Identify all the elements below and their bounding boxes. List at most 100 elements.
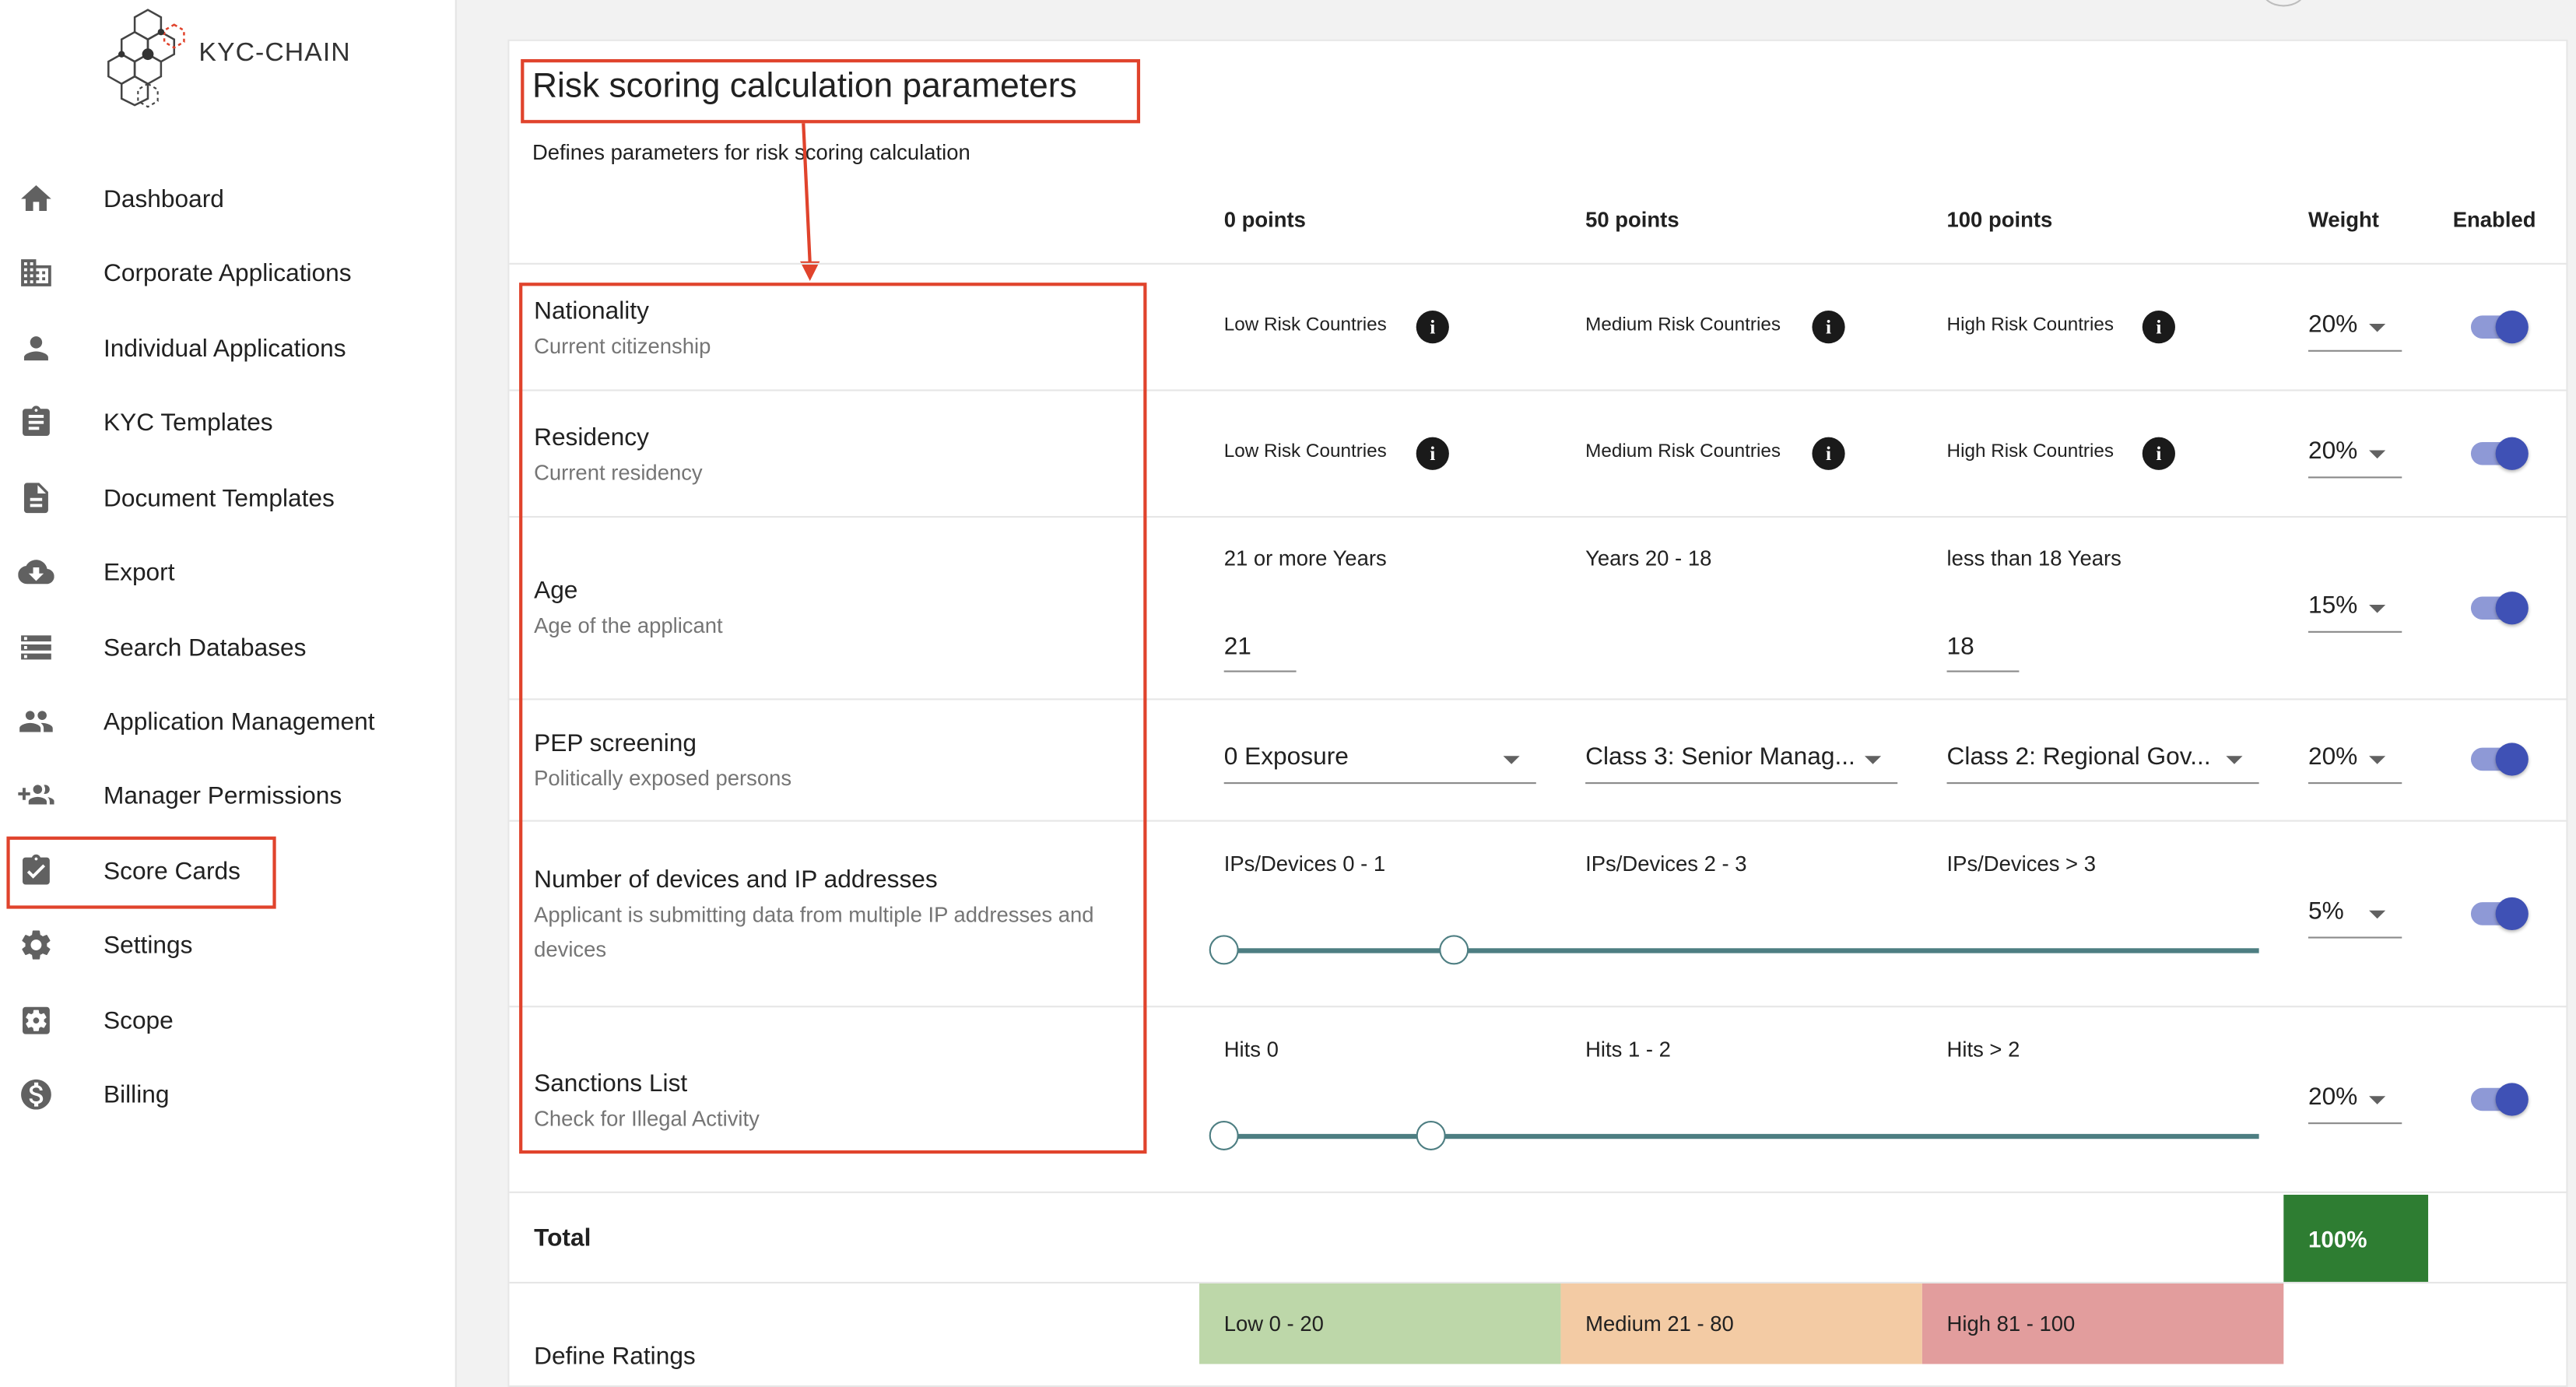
residency-low-label[interactable]: Low Risk Countries [1224, 442, 1387, 462]
age-medium-label: Years 20 - 18 [1585, 545, 1712, 571]
row-divider [509, 262, 2568, 265]
sidebar-item-label: Search Databases [103, 633, 307, 662]
column-header-50-points: 50 points [1585, 207, 1679, 232]
database-list-icon [18, 630, 54, 665]
caret-down-icon [2369, 756, 2386, 764]
info-icon[interactable]: i [1416, 437, 1449, 470]
home-icon [18, 181, 54, 216]
age-high-label: less than 18 Years [1946, 545, 2122, 571]
sidebar-item-manager-permissions[interactable]: Manager Permissions [0, 763, 457, 828]
nationality-medium-label[interactable]: Medium Risk Countries [1585, 315, 1781, 335]
devices-enabled-toggle[interactable] [2469, 897, 2529, 931]
sidebar-item-individual-applications[interactable]: Individual Applications [0, 315, 457, 381]
sanctions-enabled-toggle[interactable] [2469, 1083, 2529, 1116]
devices-slider-thumb-low[interactable] [1209, 935, 1239, 965]
total-label: Total [534, 1224, 591, 1252]
devices-slider-track[interactable] [1223, 948, 2259, 953]
pep-high-select[interactable]: Class 2: Regional Gov... [1946, 738, 2259, 785]
info-icon[interactable]: i [1416, 311, 1449, 344]
people-icon [18, 704, 54, 739]
age-high-input[interactable]: 18 [1946, 630, 2020, 672]
caret-down-icon [2369, 604, 2386, 613]
sidebar: KYC-CHAIN Dashboard Corporate Applicatio… [0, 0, 457, 1387]
dollar-icon [18, 1076, 54, 1112]
weight-value: 20% [2308, 311, 2358, 339]
column-header-enabled: Enabled [2452, 207, 2536, 232]
nationality-low-label[interactable]: Low Risk Countries [1224, 315, 1387, 335]
caret-down-icon [2369, 323, 2386, 332]
sidebar-item-document-templates[interactable]: Document Templates [0, 465, 457, 531]
sidebar-item-label: Dashboard [103, 184, 224, 213]
weight-value: 20% [2308, 743, 2358, 771]
sanctions-slider-track[interactable] [1223, 1133, 2259, 1139]
clipboard-icon [18, 404, 54, 440]
sanctions-slider-thumb-low[interactable] [1209, 1120, 1239, 1150]
caret-down-icon [2369, 450, 2386, 459]
info-icon[interactable]: i [2142, 311, 2175, 344]
sidebar-item-search-databases[interactable]: Search Databases [0, 615, 457, 680]
residency-high-label[interactable]: High Risk Countries [1947, 442, 2114, 462]
info-icon[interactable]: i [1812, 311, 1845, 344]
sanctions-low-label: Hits 0 [1223, 1037, 1279, 1062]
rating-medium[interactable]: Medium 21 - 80 [1560, 1283, 1922, 1364]
column-header-0-points: 0 points [1223, 207, 1306, 232]
sidebar-item-application-management[interactable]: Application Management [0, 689, 457, 754]
devices-low-label: IPs/Devices 0 - 1 [1223, 851, 1386, 876]
sanctions-high-label: Hits > 2 [1946, 1037, 2020, 1062]
age-low-input[interactable]: 21 [1223, 630, 1297, 672]
profile-icon[interactable] [2262, 0, 2305, 7]
sanctions-medium-label: Hits 1 - 2 [1585, 1037, 1671, 1062]
pep-weight-select[interactable]: 20% [2308, 738, 2402, 785]
pep-enabled-toggle[interactable] [2469, 743, 2529, 776]
sidebar-item-scope[interactable]: Scope [0, 988, 457, 1053]
residency-enabled-toggle[interactable] [2469, 437, 2529, 470]
top-bar [458, 0, 2576, 40]
sanctions-weight-select[interactable]: 20% [2308, 1078, 2402, 1125]
select-value: 0 Exposure [1223, 743, 1349, 771]
kyc-chain-logo[interactable]: KYC-CHAIN [95, 3, 391, 111]
nationality-weight-select[interactable]: 20% [2308, 306, 2402, 352]
sidebar-item-dashboard[interactable]: Dashboard [0, 166, 457, 231]
sidebar-item-billing[interactable]: Billing [0, 1062, 457, 1127]
caret-down-icon [1864, 756, 1882, 764]
devices-medium-label: IPs/Devices 2 - 3 [1585, 851, 1747, 876]
residency-medium-label[interactable]: Medium Risk Countries [1585, 442, 1781, 462]
nationality-high-label[interactable]: High Risk Countries [1947, 315, 2114, 335]
sidebar-item-corporate-applications[interactable]: Corporate Applications [0, 240, 457, 305]
rating-low[interactable]: Low 0 - 20 [1199, 1283, 1561, 1364]
info-icon[interactable]: i [2142, 437, 2175, 470]
rating-high[interactable]: High 81 - 100 [1921, 1283, 2284, 1364]
parameters-annotation-box [519, 283, 1147, 1154]
sidebar-item-label: Application Management [103, 707, 375, 736]
sidebar-item-label: Billing [103, 1080, 170, 1109]
sidebar-item-label: KYC Templates [103, 408, 273, 437]
select-value: Class 3: Senior Manag... [1585, 743, 1855, 771]
age-weight-select[interactable]: 15% [2308, 587, 2402, 633]
column-header-100-points: 100 points [1946, 207, 2053, 232]
sidebar-item-label: Manager Permissions [103, 781, 342, 809]
select-value: Class 2: Regional Gov... [1946, 743, 2211, 771]
settings-box-icon [18, 1003, 54, 1038]
hexagon-logo-icon [107, 9, 185, 108]
building-icon [18, 255, 54, 290]
nationality-enabled-toggle[interactable] [2469, 311, 2529, 344]
age-enabled-toggle[interactable] [2469, 592, 2529, 625]
sidebar-item-label: Export [103, 557, 175, 586]
sanctions-slider-thumb-high[interactable] [1416, 1120, 1446, 1150]
row-divider [509, 1191, 2568, 1193]
devices-high-label: IPs/Devices > 3 [1946, 851, 2096, 876]
sidebar-item-label: Corporate Applications [103, 258, 352, 287]
cloud-download-icon [18, 554, 54, 590]
info-icon[interactable]: i [1812, 437, 1845, 470]
devices-slider-thumb-high[interactable] [1439, 935, 1469, 965]
weight-value: 20% [2308, 1083, 2358, 1111]
residency-weight-select[interactable]: 20% [2308, 432, 2402, 479]
weight-value: 15% [2308, 592, 2358, 620]
sidebar-item-kyc-templates[interactable]: KYC Templates [0, 389, 457, 455]
devices-weight-select[interactable]: 5% [2308, 892, 2402, 939]
person-icon [18, 330, 54, 366]
sidebar-item-export[interactable]: Export [0, 539, 457, 605]
pep-low-select[interactable]: 0 Exposure [1223, 738, 1536, 785]
sidebar-item-settings[interactable]: Settings [0, 912, 457, 978]
pep-medium-select[interactable]: Class 3: Senior Manag... [1585, 738, 1898, 785]
